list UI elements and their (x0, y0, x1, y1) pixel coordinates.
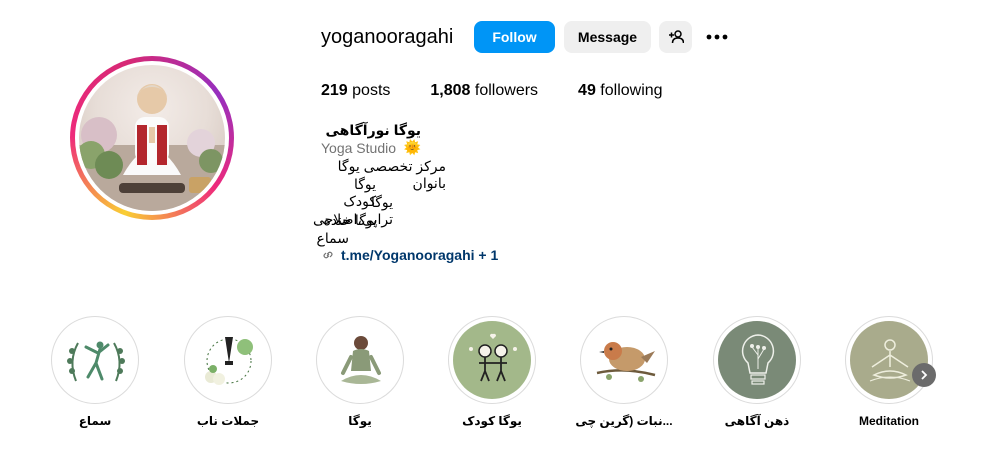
highlight-ring (184, 316, 272, 404)
story-highlight[interactable]: یوگا (316, 316, 404, 428)
followers-stat[interactable]: 1,808 followers (430, 82, 538, 100)
story-highlight[interactable]: جملات ناب (184, 316, 272, 428)
story-highlight[interactable]: سماع (51, 316, 139, 428)
highlight-cover (56, 321, 134, 399)
chevron-right-icon (921, 370, 928, 380)
highlights-next-button[interactable] (912, 363, 936, 387)
highlight-label: یوگا (348, 414, 372, 428)
posts-stat: 219 posts (321, 82, 390, 100)
posts-count: 219 (321, 82, 348, 99)
highlight-cover (718, 321, 796, 399)
highlight-cover (850, 321, 928, 399)
followers-label: followers (474, 82, 539, 99)
lightbulb-icon (741, 334, 775, 385)
highlight-cover (453, 321, 531, 399)
avatar-illustration (79, 84, 225, 211)
story-highlight[interactable]: یوگا کودک (448, 316, 536, 428)
highlight-ring (316, 316, 404, 404)
suggested-users-button[interactable] (659, 21, 692, 53)
highlight-label: Meditation (859, 414, 919, 428)
quill-pen-icon (205, 337, 253, 385)
posts-label: posts (352, 82, 391, 99)
more-dots-icon (706, 34, 728, 40)
follow-button[interactable]: Follow (474, 21, 555, 53)
highlight-ring (845, 316, 933, 404)
message-button[interactable]: Message (564, 21, 651, 53)
meditation-icon (869, 339, 911, 382)
following-label: following (600, 82, 663, 99)
profile-avatar[interactable] (79, 65, 225, 211)
bio-link[interactable]: t.me/Yoganooragahi + 1 (321, 247, 498, 263)
bio-line: یوگا خنده (323, 212, 377, 228)
bio-category: Yoga Studio (321, 140, 396, 156)
story-highlight[interactable]: Meditation (845, 316, 933, 428)
highlight-label: ذهن آگاهی (724, 414, 790, 428)
highlight-cover (189, 321, 267, 399)
profile-stats: 219 posts 1,808 followers 49 following (321, 82, 703, 100)
meditation-woman-icon (341, 336, 381, 384)
link-icon (323, 251, 333, 259)
following-count: 49 (578, 82, 596, 99)
highlight-label: جملات ناب (196, 414, 260, 428)
add-user-icon (668, 30, 684, 44)
bio-line: سماع (316, 230, 349, 246)
dancer-icon (67, 341, 125, 382)
profile-avatar-ring[interactable] (70, 56, 234, 220)
more-options-button[interactable] (700, 21, 734, 53)
highlight-cover (585, 321, 663, 399)
highlight-cover (321, 321, 399, 399)
story-highlight[interactable]: نبات (گرین چی... (575, 316, 673, 428)
highlight-ring (580, 316, 668, 404)
highlight-label: سماع (78, 414, 112, 428)
bird-icon (596, 342, 656, 382)
followers-count: 1,808 (430, 82, 471, 99)
highlight-label: یوگا کودک (462, 414, 522, 428)
bio-link-text: t.me/Yoganooragahi + 1 (341, 247, 499, 263)
highlight-ring (713, 316, 801, 404)
highlight-label: نبات (گرین چی... (575, 414, 673, 428)
highlight-ring (448, 316, 536, 404)
following-stat[interactable]: 49 following (578, 82, 663, 100)
highlight-ring (51, 316, 139, 404)
story-highlight[interactable]: ذهن آگاهی (713, 316, 801, 428)
kids-icon (469, 333, 517, 382)
profile-username: yoganooragahi (321, 26, 454, 48)
